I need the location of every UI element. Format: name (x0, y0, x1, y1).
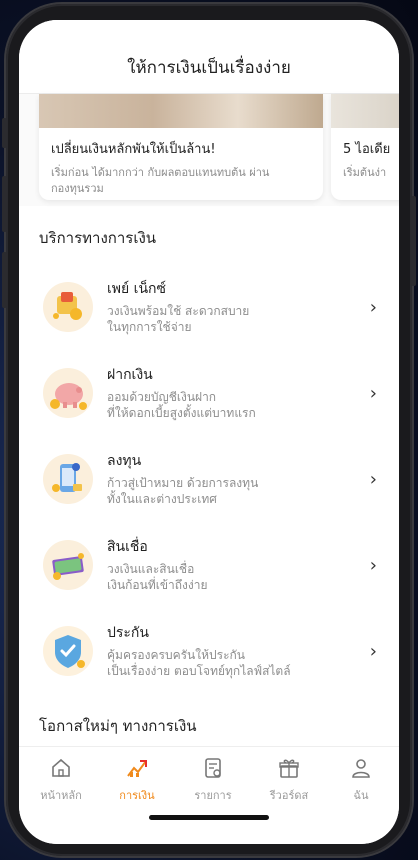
tab-label: การเงิน (119, 789, 155, 802)
tab-home[interactable]: หน้าหลัก (23, 757, 99, 804)
opportunities-heading-wrap: โอกาสใหม่ๆ ทางการเงิน (19, 714, 217, 738)
piggy-bank-icon (43, 368, 93, 418)
invest-phone-icon (43, 454, 93, 504)
service-name: ลงทุน (107, 453, 142, 469)
promo-card-title: เปลี่ยนเงินหลักพันให้เป็นล้าน! (51, 142, 216, 157)
chevron-right-icon: › (369, 554, 377, 576)
service-desc: วงเงินพร้อมใช้ สะดวกสบาย ในทุกการใช้จ่าย (107, 304, 250, 334)
service-name: สินเชื่อ (107, 539, 148, 555)
tab-finance[interactable]: การเงิน (99, 757, 175, 804)
header: ให้การเงินเป็นเรื่องง่าย (19, 20, 399, 94)
receipt-icon (205, 758, 221, 778)
cash-stack-icon (43, 540, 93, 590)
service-desc: ออมด้วยบัญชีเงินฝาก ที่ให้ดอกเบี้ยสูงตั้… (107, 390, 256, 420)
promo-carousel[interactable]: เปลี่ยนเงินหลักพันให้เป็นล้าน! เริ่มก่อน… (19, 94, 399, 206)
tab-label: หน้าหลัก (40, 789, 82, 802)
service-name: เพย์ เน็กซ์ (107, 281, 167, 297)
service-name: ฝากเงิน (107, 367, 153, 383)
service-row-paynext[interactable]: เพย์ เน็กซ์ วงเงินพร้อมใช้ สะดวกสบาย ในท… (19, 268, 399, 346)
tab-label: ฉัน (353, 789, 369, 802)
section-title-opportunities: โอกาสใหม่ๆ ทางการเงิน (39, 717, 197, 735)
tab-label: รีวอร์ดส (269, 789, 309, 802)
tab-transactions[interactable]: รายการ (175, 757, 251, 804)
tab-rewards[interactable]: รีวอร์ดส (251, 757, 327, 804)
service-row-loan[interactable]: สินเชื่อ วงเงินและสินเชื่อ เงินก้อนที่เข… (19, 526, 399, 604)
chevron-right-icon: › (369, 640, 377, 662)
app-screen: ให้การเงินเป็นเรื่องง่าย เปลี่ยนเงินหลัก… (19, 20, 399, 844)
wallet-icon (43, 282, 93, 332)
promo-card[interactable]: 5 ไอเดีย เริ่มต้นง่า (331, 94, 399, 200)
finance-icon (127, 760, 147, 777)
tab-profile[interactable]: ฉัน (323, 757, 399, 804)
gift-icon (279, 759, 299, 778)
promo-card[interactable]: เปลี่ยนเงินหลักพันให้เป็นล้าน! เริ่มก่อน… (39, 94, 323, 200)
promo-card-desc: เริ่มก่อน ได้มากกว่า กับผลตอบแทนทบต้น ผ่… (51, 166, 270, 195)
tab-label: รายการ (194, 789, 232, 802)
side-button (2, 118, 7, 148)
promo-card-image (331, 94, 399, 128)
service-row-insurance[interactable]: ประกัน คุ้มครองครบครันให้ประกัน เป็นเรื่… (19, 612, 399, 690)
shield-check-icon (43, 626, 93, 676)
volume-down-button (2, 252, 7, 308)
chevron-right-icon: › (369, 468, 377, 490)
volume-up-button (2, 176, 7, 232)
page-title: ให้การเงินเป็นเรื่องง่าย (127, 58, 291, 78)
service-desc: ก้าวสู่เป้าหมาย ด้วยการลงทุน ทั้งในและต่… (107, 476, 259, 506)
chevron-right-icon: › (369, 296, 377, 318)
home-indicator[interactable] (149, 815, 269, 820)
services-heading-wrap: บริการทางการเงิน (19, 226, 176, 250)
home-icon (52, 758, 70, 777)
promo-card-image (39, 94, 323, 128)
bottom-tab-bar: หน้าหลัก การเงิน รายการ รีวอร์ดส ฉัน (19, 746, 399, 844)
service-row-invest[interactable]: ลงทุน ก้าวสู่เป้าหมาย ด้วยการลงทุน ทั้งใ… (19, 440, 399, 518)
power-button (411, 196, 416, 286)
service-desc: คุ้มครองครบครันให้ประกัน เป็นเรื่องง่าย … (107, 648, 291, 678)
promo-card-title: 5 ไอเดีย (343, 142, 391, 157)
service-name: ประกัน (107, 625, 149, 641)
service-desc: วงเงินและสินเชื่อ เงินก้อนที่เข้าถึงง่าย (107, 562, 208, 592)
section-title-services: บริการทางการเงิน (39, 229, 157, 247)
chevron-right-icon: › (369, 382, 377, 404)
person-icon (352, 759, 370, 778)
promo-card-desc: เริ่มต้นง่า (343, 166, 387, 179)
service-row-deposit[interactable]: ฝากเงิน ออมด้วยบัญชีเงินฝาก ที่ให้ดอกเบี… (19, 354, 399, 432)
